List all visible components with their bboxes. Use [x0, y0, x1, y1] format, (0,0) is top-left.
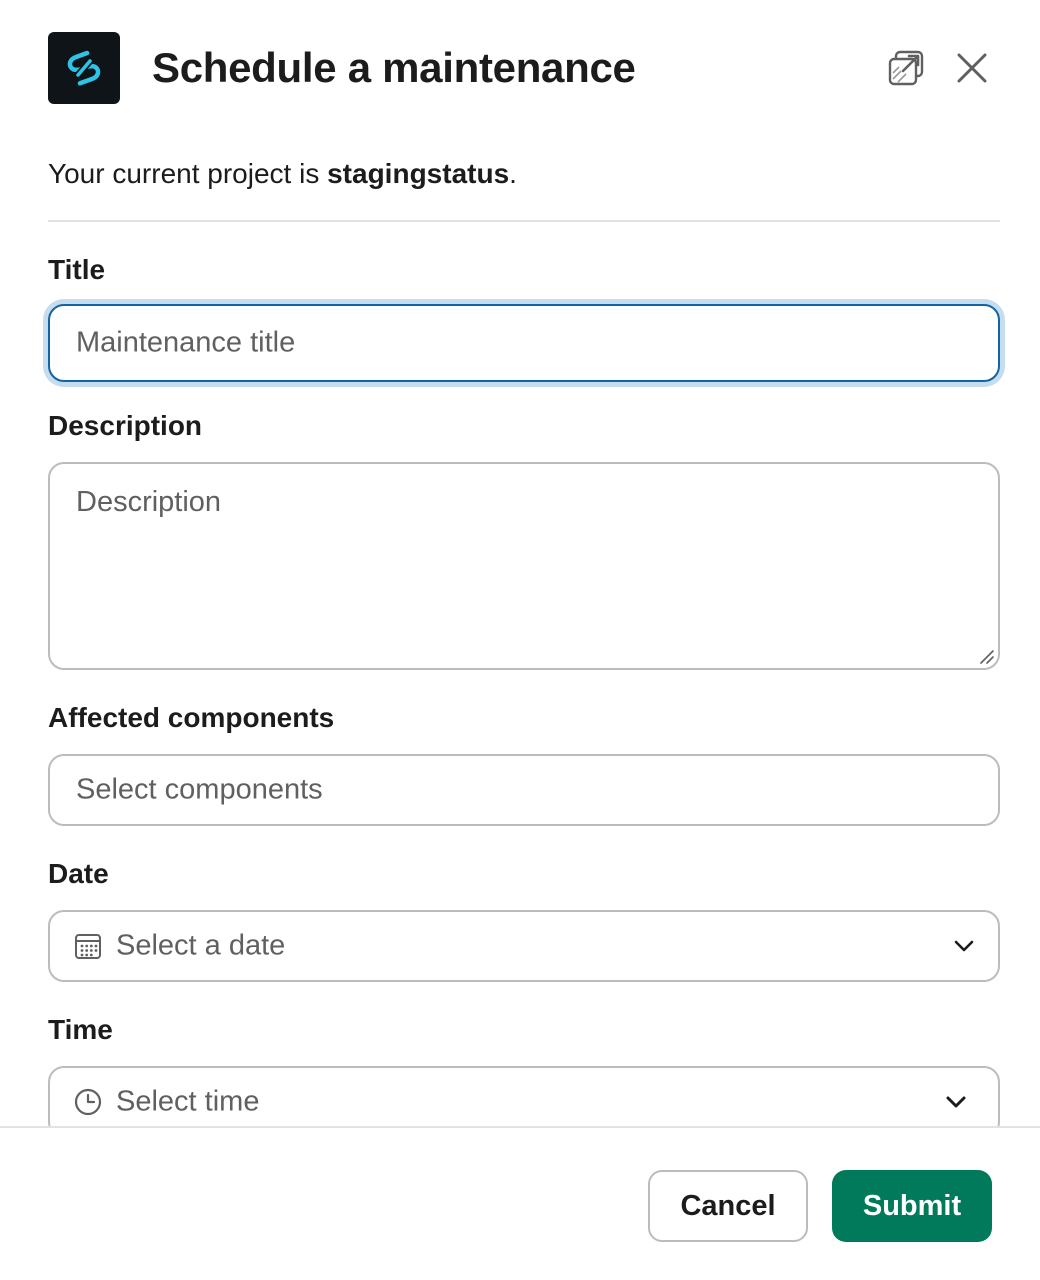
- calendar-icon: [75, 934, 101, 959]
- divider: [48, 220, 1000, 222]
- close-button[interactable]: [950, 46, 994, 90]
- components-label: Affected components: [48, 702, 335, 733]
- current-project-text: Your current project is stagingstatus.: [48, 154, 517, 194]
- resize-handle-icon[interactable]: [978, 648, 994, 664]
- cancel-button[interactable]: Cancel: [648, 1170, 808, 1242]
- project-name: stagingstatus: [327, 158, 510, 189]
- context-suffix: .: [509, 158, 517, 189]
- popout-button[interactable]: [884, 46, 928, 90]
- close-icon: [957, 53, 987, 83]
- schedule-maintenance-modal: Schedule a maintenance Your current proj…: [0, 0, 1040, 1280]
- time-placeholder: Select time: [116, 1085, 260, 1118]
- submit-button[interactable]: Submit: [832, 1170, 992, 1242]
- modal-footer: Cancel Submit: [0, 1126, 1040, 1280]
- date-label: Date: [48, 858, 109, 889]
- clock-icon: [74, 1088, 102, 1116]
- popout-icon: [888, 50, 924, 86]
- title-input[interactable]: Maintenance title: [48, 304, 1000, 382]
- modal-header: Schedule a maintenance: [48, 32, 1000, 104]
- components-placeholder: Select components: [76, 773, 323, 806]
- time-label: Time: [48, 1014, 113, 1045]
- chevron-down-icon: [954, 940, 974, 952]
- date-placeholder: Select a date: [116, 929, 286, 962]
- description-label: Description: [48, 410, 203, 441]
- title-label: Title: [48, 254, 106, 285]
- status-link-logo-icon: [67, 50, 101, 86]
- date-picker[interactable]: Select a date: [48, 910, 1000, 982]
- app-logo: [48, 32, 120, 104]
- modal-title: Schedule a maintenance: [152, 44, 636, 91]
- chevron-down-icon: [946, 1096, 966, 1108]
- title-placeholder: Maintenance title: [76, 326, 296, 359]
- description-textarea[interactable]: Description: [48, 462, 1000, 670]
- components-select[interactable]: Select components: [48, 754, 1000, 826]
- context-prefix: Your current project is: [48, 158, 328, 189]
- description-placeholder: Description: [76, 486, 222, 518]
